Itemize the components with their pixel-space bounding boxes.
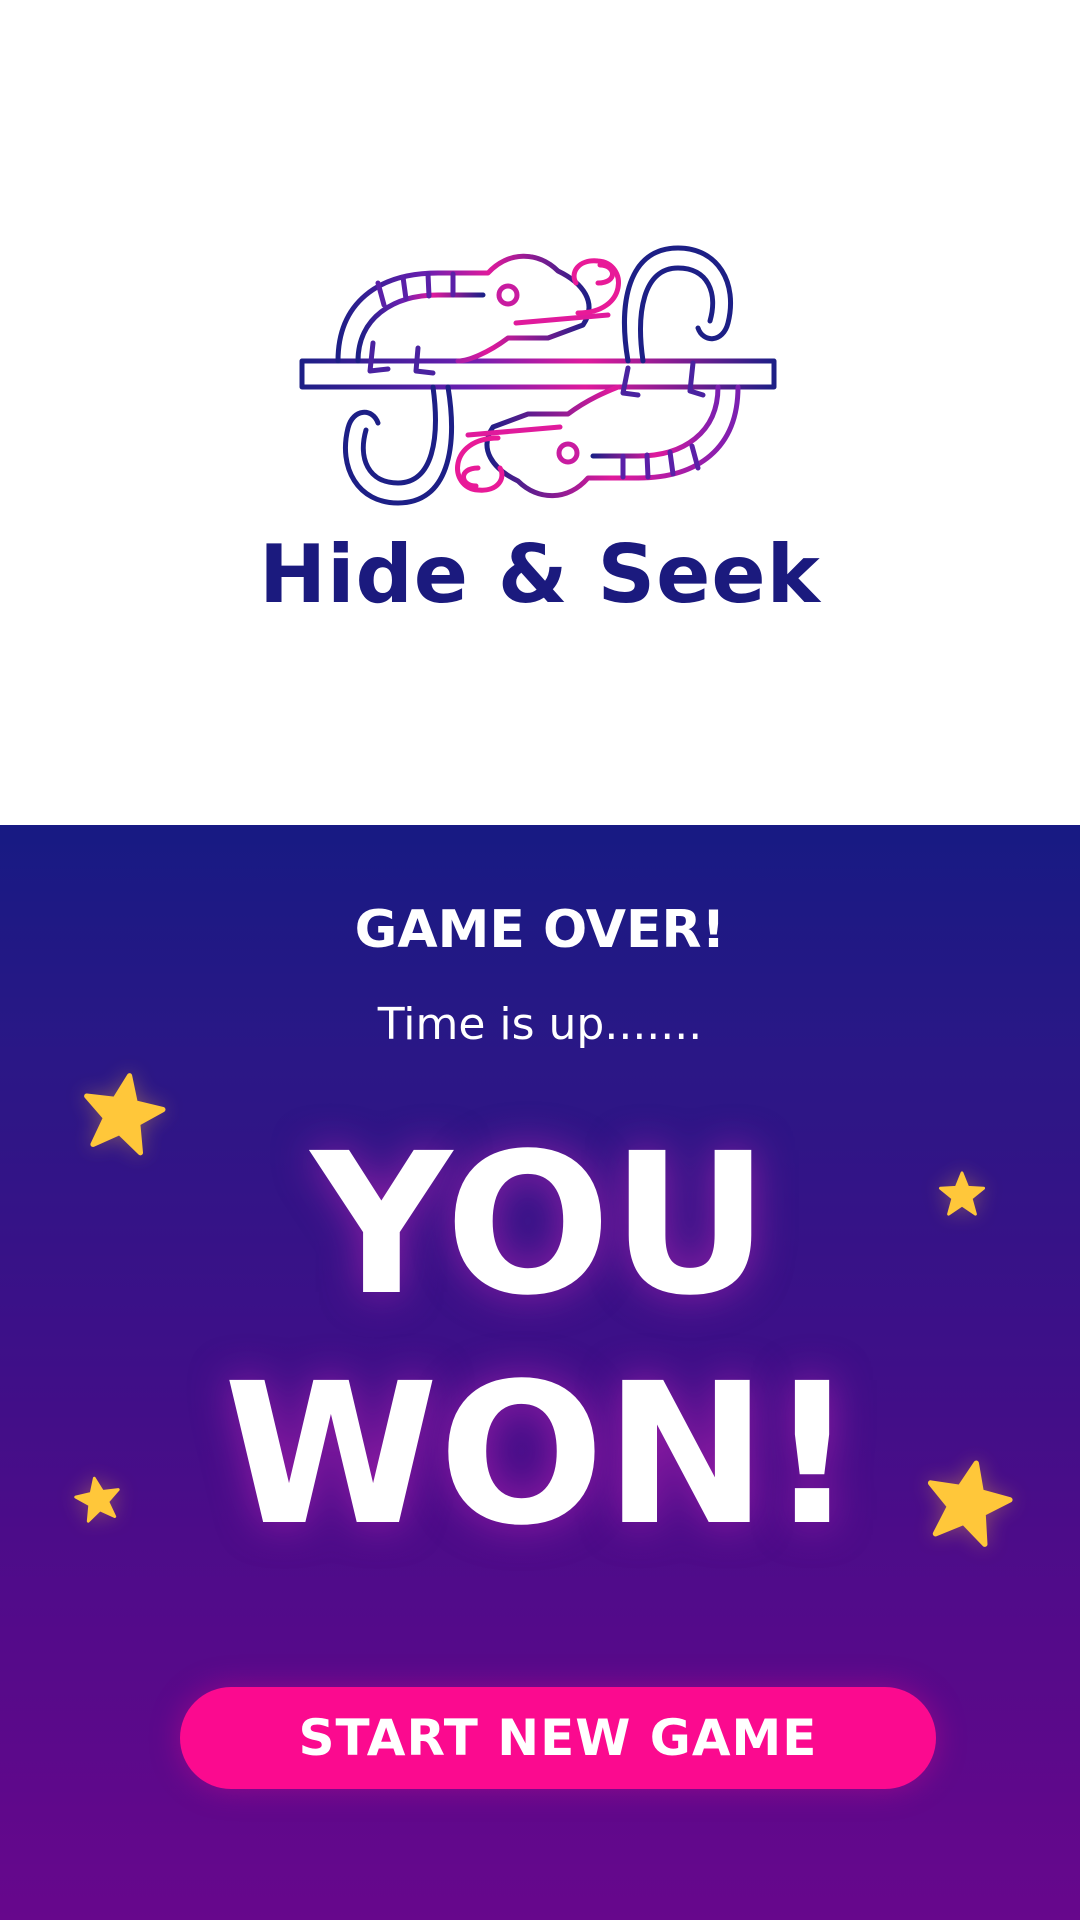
time-up-message: Time is up....... [377,999,703,1050]
result-panel: GAME OVER! Time is up....... YOU WON! ST… [0,825,1080,1920]
header-section: Hide & Seek [0,0,1080,825]
chameleons-logo-icon [298,243,778,506]
start-new-game-button[interactable]: START NEW GAME [180,1687,936,1789]
app-title: Hide & Seek [259,528,821,621]
you-won-line-1: YOU [310,1111,770,1338]
you-won-line-2: WON! [223,1341,857,1568]
game-over-heading: GAME OVER! [354,900,726,960]
